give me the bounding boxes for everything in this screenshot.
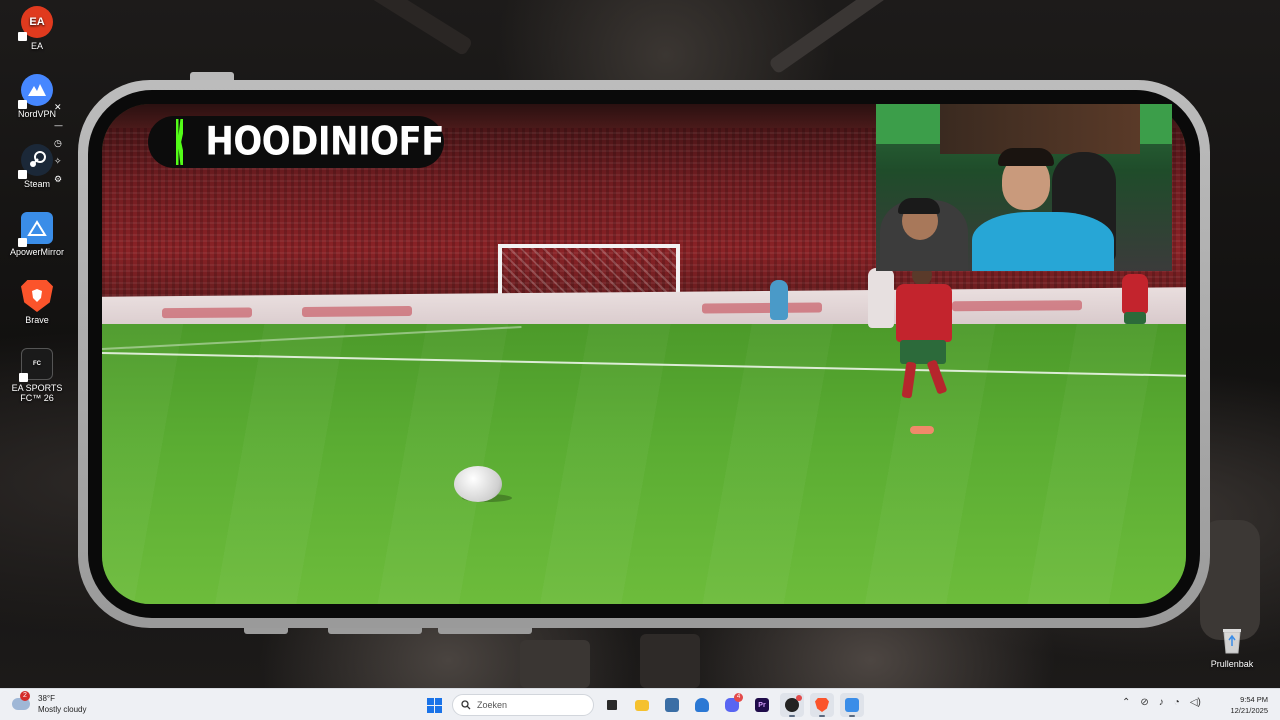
desktop-icon-nordvpn[interactable]: NordVPN: [0, 74, 74, 119]
desktop-icon-label: ApowerMirror: [9, 247, 64, 257]
network-icon[interactable]: ⊘: [1140, 697, 1148, 708]
brave-taskbar-button[interactable]: [810, 693, 834, 717]
windows-taskbar: 2 38°F Mostly cloudy Zoeken 4 Pr ⌃ ⊘ ♪ ◔…: [0, 688, 1280, 720]
phone-side-button: [244, 628, 288, 634]
desktop-icon-recycle-bin[interactable]: Prullenbak: [1196, 624, 1268, 669]
webcam-person-right: [972, 212, 1114, 271]
desktop-icon-label: Brave: [25, 315, 49, 325]
webcam-overlay: [876, 104, 1172, 271]
desktop-icon-label: NordVPN: [17, 109, 56, 119]
desktop-icon-steam[interactable]: Steam: [0, 144, 74, 189]
clock-time: 9:54 PM: [1240, 695, 1268, 704]
apowermirror-icon: [845, 698, 859, 712]
taskbar-clock[interactable]: 9:54 PM 12/21/2025: [1230, 694, 1268, 716]
streamer-watermark: HOODINIOFF: [148, 116, 444, 168]
task-view-icon: [607, 700, 617, 710]
file-explorer-icon: [635, 699, 649, 711]
steam-icon: [18, 144, 53, 179]
discord-notification-badge: 4: [734, 693, 743, 702]
settings-icon[interactable]: ⚙: [54, 175, 62, 185]
start-button[interactable]: [422, 693, 446, 717]
brave-icon: [21, 280, 53, 312]
system-tray: ⌃ ⊘ ♪ ◔ ◁): [1122, 697, 1201, 708]
desktop-icon-label: Prullenbak: [1210, 659, 1254, 669]
calculator-button[interactable]: [660, 693, 684, 717]
wallpaper-detail: [336, 0, 474, 57]
windows-logo-icon: [426, 697, 442, 713]
webcam-hair: [998, 148, 1054, 166]
wifi-icon[interactable]: ◔: [1174, 697, 1180, 708]
task-view-button[interactable]: [600, 693, 624, 717]
webcam-shelf: [940, 104, 1140, 154]
volume-icon[interactable]: ◁): [1190, 697, 1201, 708]
cloudy-weather-icon: 2: [12, 691, 30, 710]
taskbar-apps: Zoeken 4 Pr: [422, 693, 864, 717]
search-icon: [461, 700, 471, 710]
wallpaper-detail: [640, 634, 700, 688]
apowermirror-taskbar-button[interactable]: [840, 693, 864, 717]
weather-widget[interactable]: 2 38°F Mostly cloudy: [12, 691, 87, 715]
apowermirror-icon: [18, 212, 53, 247]
desktop-icon-ea[interactable]: EA EA: [0, 6, 74, 51]
wallpaper-detail: [520, 640, 590, 688]
clock-date: 12/21/2025: [1230, 706, 1268, 715]
brave-icon: [815, 698, 829, 712]
recording-indicator: [796, 695, 802, 701]
desktop-icon-label: Steam: [23, 179, 50, 189]
history-icon[interactable]: ◷: [54, 139, 62, 149]
calculator-icon: [665, 698, 679, 712]
microphone-icon[interactable]: ♪: [1159, 697, 1164, 708]
premiere-pro-button[interactable]: Pr: [750, 693, 774, 717]
close-icon[interactable]: ✕: [54, 103, 62, 113]
file-explorer-button[interactable]: [630, 693, 654, 717]
phone-side-button: [438, 628, 532, 634]
webcam-beanie: [898, 198, 940, 214]
taskbar-search[interactable]: Zoeken: [452, 694, 594, 716]
pin-icon[interactable]: ✧: [54, 157, 62, 167]
obs-button[interactable]: [780, 693, 804, 717]
ea-sports-fc-icon: FC: [19, 348, 53, 382]
desktop-icon-label: EA SPORTS FC™ 26: [11, 383, 63, 403]
premiere-pro-icon: Pr: [755, 698, 769, 712]
desktop-icon-apowermirror[interactable]: ApowerMirror: [0, 212, 74, 257]
weather-temperature: 38°F: [38, 694, 55, 703]
desktop-icon-brave[interactable]: Brave: [0, 280, 74, 325]
kick-logo-icon: [176, 119, 184, 165]
mail-button[interactable]: [690, 693, 714, 717]
search-placeholder: Zoeken: [477, 700, 508, 710]
minimize-icon[interactable]: —: [54, 121, 63, 131]
streamer-name: HOODINIOFF: [205, 119, 444, 165]
weather-badge: 2: [20, 691, 30, 701]
weather-description: Mostly cloudy: [38, 705, 87, 714]
desktop-icon-label: EA: [30, 41, 43, 51]
football: [454, 466, 502, 502]
chevron-up-icon[interactable]: ⌃: [1122, 697, 1130, 708]
football-pitch: [102, 324, 1186, 604]
desktop-icon-ea-sports-fc[interactable]: FC EA SPORTS FC™ 26: [0, 348, 74, 403]
discord-button[interactable]: 4: [720, 693, 744, 717]
phone-side-button: [328, 628, 422, 634]
ea-icon: EA: [18, 6, 53, 41]
nordvpn-icon: [18, 74, 53, 109]
recycle-bin-icon: [1216, 624, 1248, 656]
wallpaper-detail: [768, 0, 892, 75]
mail-icon: [695, 698, 709, 712]
